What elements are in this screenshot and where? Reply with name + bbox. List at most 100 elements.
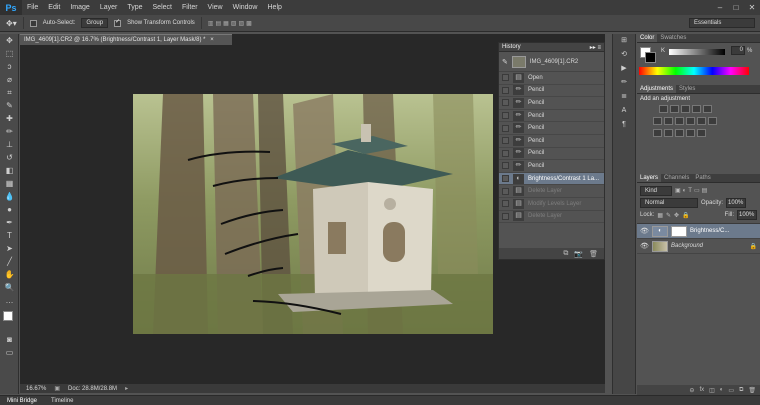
posterize-icon[interactable] bbox=[664, 129, 673, 137]
align-buttons[interactable]: ▥▤▦▧▨▩ bbox=[208, 20, 254, 27]
tab-channels[interactable]: Channels bbox=[661, 174, 692, 182]
photo-filter-icon[interactable] bbox=[686, 117, 695, 125]
tab-adjustments[interactable]: Adjustments bbox=[637, 85, 677, 93]
menu-select[interactable]: Select bbox=[148, 0, 177, 15]
tab-swatches[interactable]: Swatches bbox=[657, 34, 689, 42]
auto-select-dropdown[interactable]: Group bbox=[81, 18, 109, 28]
workspace-dropdown[interactable]: Essentials bbox=[689, 18, 755, 28]
k-slider[interactable] bbox=[669, 49, 725, 55]
vibrance-icon[interactable] bbox=[703, 105, 712, 113]
color-swatches[interactable] bbox=[0, 307, 18, 333]
crop-tool-icon[interactable]: ⌗ bbox=[0, 86, 19, 99]
tab-styles[interactable]: Styles bbox=[676, 85, 698, 93]
status-arrow-icon[interactable]: ▸ bbox=[125, 385, 128, 392]
tab-color[interactable]: Color bbox=[637, 34, 658, 42]
actions-icon[interactable]: ▶ bbox=[613, 62, 635, 76]
paragraph-icon[interactable]: ¶ bbox=[613, 118, 635, 132]
hand-tool-icon[interactable]: ✋ bbox=[0, 268, 19, 281]
exposure-icon[interactable] bbox=[692, 105, 701, 113]
menu-image[interactable]: Image bbox=[65, 0, 94, 15]
menu-file[interactable]: File bbox=[22, 0, 43, 15]
move-tool-icon[interactable]: ✥▾ bbox=[6, 19, 17, 28]
add-mask-icon[interactable]: ◫ bbox=[709, 387, 715, 394]
extra-tools-icon[interactable]: … bbox=[0, 294, 19, 307]
gradient-tool-icon[interactable]: ▦ bbox=[0, 177, 19, 190]
status-menu-icon[interactable]: ▣ bbox=[54, 385, 60, 392]
close-tab-icon[interactable]: × bbox=[210, 37, 214, 43]
new-document-from-state-icon[interactable]: ⧉ bbox=[563, 250, 568, 258]
tab-timeline[interactable]: Timeline bbox=[48, 398, 76, 404]
history-item[interactable]: ▤ Open bbox=[499, 72, 604, 85]
history-item[interactable]: ✏ Pencil bbox=[499, 122, 604, 135]
close-button[interactable]: ✕ bbox=[744, 0, 760, 15]
eraser-tool-icon[interactable]: ◧ bbox=[0, 164, 19, 177]
layer-row-background[interactable]: 👁 Background 🔒 bbox=[637, 239, 760, 254]
history-checkbox[interactable] bbox=[502, 200, 509, 208]
auto-select-checkbox[interactable] bbox=[29, 19, 37, 27]
color-lookup-icon[interactable] bbox=[708, 117, 717, 125]
new-layer-icon[interactable]: ⧉ bbox=[739, 387, 743, 394]
blur-tool-icon[interactable]: 💧 bbox=[0, 190, 19, 203]
brush-presets-icon[interactable]: ✏ bbox=[613, 76, 635, 90]
dodge-tool-icon[interactable]: ● bbox=[0, 203, 19, 216]
history-item[interactable]: ✏ Pencil bbox=[499, 160, 604, 173]
maximize-button[interactable]: □ bbox=[728, 0, 744, 15]
history-checkbox[interactable] bbox=[502, 86, 509, 94]
pen-tool-icon[interactable]: ✒ bbox=[0, 216, 19, 229]
color-balance-icon[interactable] bbox=[664, 117, 673, 125]
menu-layer[interactable]: Layer bbox=[95, 0, 123, 15]
history-snapshot[interactable]: ✎ IMG_4609[1].CR2 bbox=[499, 52, 604, 72]
document-tab[interactable]: IMG_4609[1].CR2 @ 16.7% (Brightness/Cont… bbox=[20, 34, 232, 45]
new-group-icon[interactable]: ▭ bbox=[728, 387, 734, 394]
history-item[interactable]: ▤ Delete Layer bbox=[499, 185, 604, 198]
link-layers-icon[interactable]: ⊖ bbox=[689, 387, 694, 394]
shape-tool-icon[interactable]: ╱ bbox=[0, 255, 19, 268]
history-item[interactable]: ✏ Pencil bbox=[499, 135, 604, 148]
layer-filter-icons[interactable]: ▣◐T▭▤ bbox=[675, 187, 709, 194]
history-checkbox[interactable] bbox=[502, 99, 509, 107]
quick-mask-icon[interactable]: ◙ bbox=[0, 333, 19, 346]
history-checkbox[interactable] bbox=[502, 212, 509, 220]
marquee-tool-icon[interactable]: ⬚ bbox=[0, 47, 19, 60]
layer-row-brightness-contrast[interactable]: 👁 ◐ Brightness/C... bbox=[637, 224, 760, 239]
history-checkbox[interactable] bbox=[502, 112, 509, 120]
selective-color-icon[interactable] bbox=[697, 129, 706, 137]
opacity-field[interactable]: 100% bbox=[726, 197, 747, 208]
curves-icon[interactable] bbox=[681, 105, 690, 113]
background-color-swatch[interactable] bbox=[645, 52, 656, 63]
type-tool-icon[interactable]: T bbox=[0, 229, 19, 242]
blend-mode-dropdown[interactable]: Normal bbox=[640, 197, 698, 208]
fill-field[interactable]: 100% bbox=[737, 210, 757, 220]
foreground-color-swatch[interactable] bbox=[3, 311, 13, 321]
history-checkbox[interactable] bbox=[502, 149, 509, 157]
history-checkbox[interactable] bbox=[502, 74, 509, 82]
history-checkbox[interactable] bbox=[502, 162, 509, 170]
history-item[interactable]: ✏ Pencil bbox=[499, 97, 604, 110]
visibility-eye-icon[interactable]: 👁 bbox=[640, 242, 649, 250]
history-checkbox[interactable] bbox=[502, 137, 509, 145]
history-item[interactable]: ✏ Pencil bbox=[499, 148, 604, 161]
history-item[interactable]: ◐ Brightness/Contrast 1 La... bbox=[499, 172, 604, 186]
history-item[interactable]: ✏ Pencil bbox=[499, 85, 604, 98]
path-select-tool-icon[interactable]: ➤ bbox=[0, 242, 19, 255]
layer-kind-filter[interactable]: Kind bbox=[640, 185, 672, 196]
lasso-tool-icon[interactable]: ↄ bbox=[0, 60, 19, 73]
brush-tool-icon[interactable]: ✏ bbox=[0, 125, 19, 138]
history-item[interactable]: ▤ Modify Levels Layer bbox=[499, 198, 604, 211]
menu-type[interactable]: Type bbox=[122, 0, 147, 15]
quick-select-tool-icon[interactable]: ⌀ bbox=[0, 73, 19, 86]
zoom-tool-icon[interactable]: 🔍 bbox=[0, 281, 19, 294]
navigator-icon[interactable]: ⊞ bbox=[613, 34, 635, 48]
menu-window[interactable]: Window bbox=[228, 0, 263, 15]
character-icon[interactable]: A bbox=[613, 104, 635, 118]
zoom-readout[interactable]: 16.67% bbox=[26, 386, 46, 392]
color-spectrum[interactable] bbox=[639, 67, 749, 75]
history-brush-tool-icon[interactable]: ↺ bbox=[0, 151, 19, 164]
brightness-contrast-icon[interactable] bbox=[659, 105, 668, 113]
history-icon[interactable]: ⟲ bbox=[613, 48, 635, 62]
levels-icon[interactable] bbox=[670, 105, 679, 113]
visibility-eye-icon[interactable]: 👁 bbox=[640, 227, 649, 235]
menu-edit[interactable]: Edit bbox=[43, 0, 65, 15]
channel-mixer-icon[interactable] bbox=[697, 117, 706, 125]
healing-tool-icon[interactable]: ✚ bbox=[0, 112, 19, 125]
